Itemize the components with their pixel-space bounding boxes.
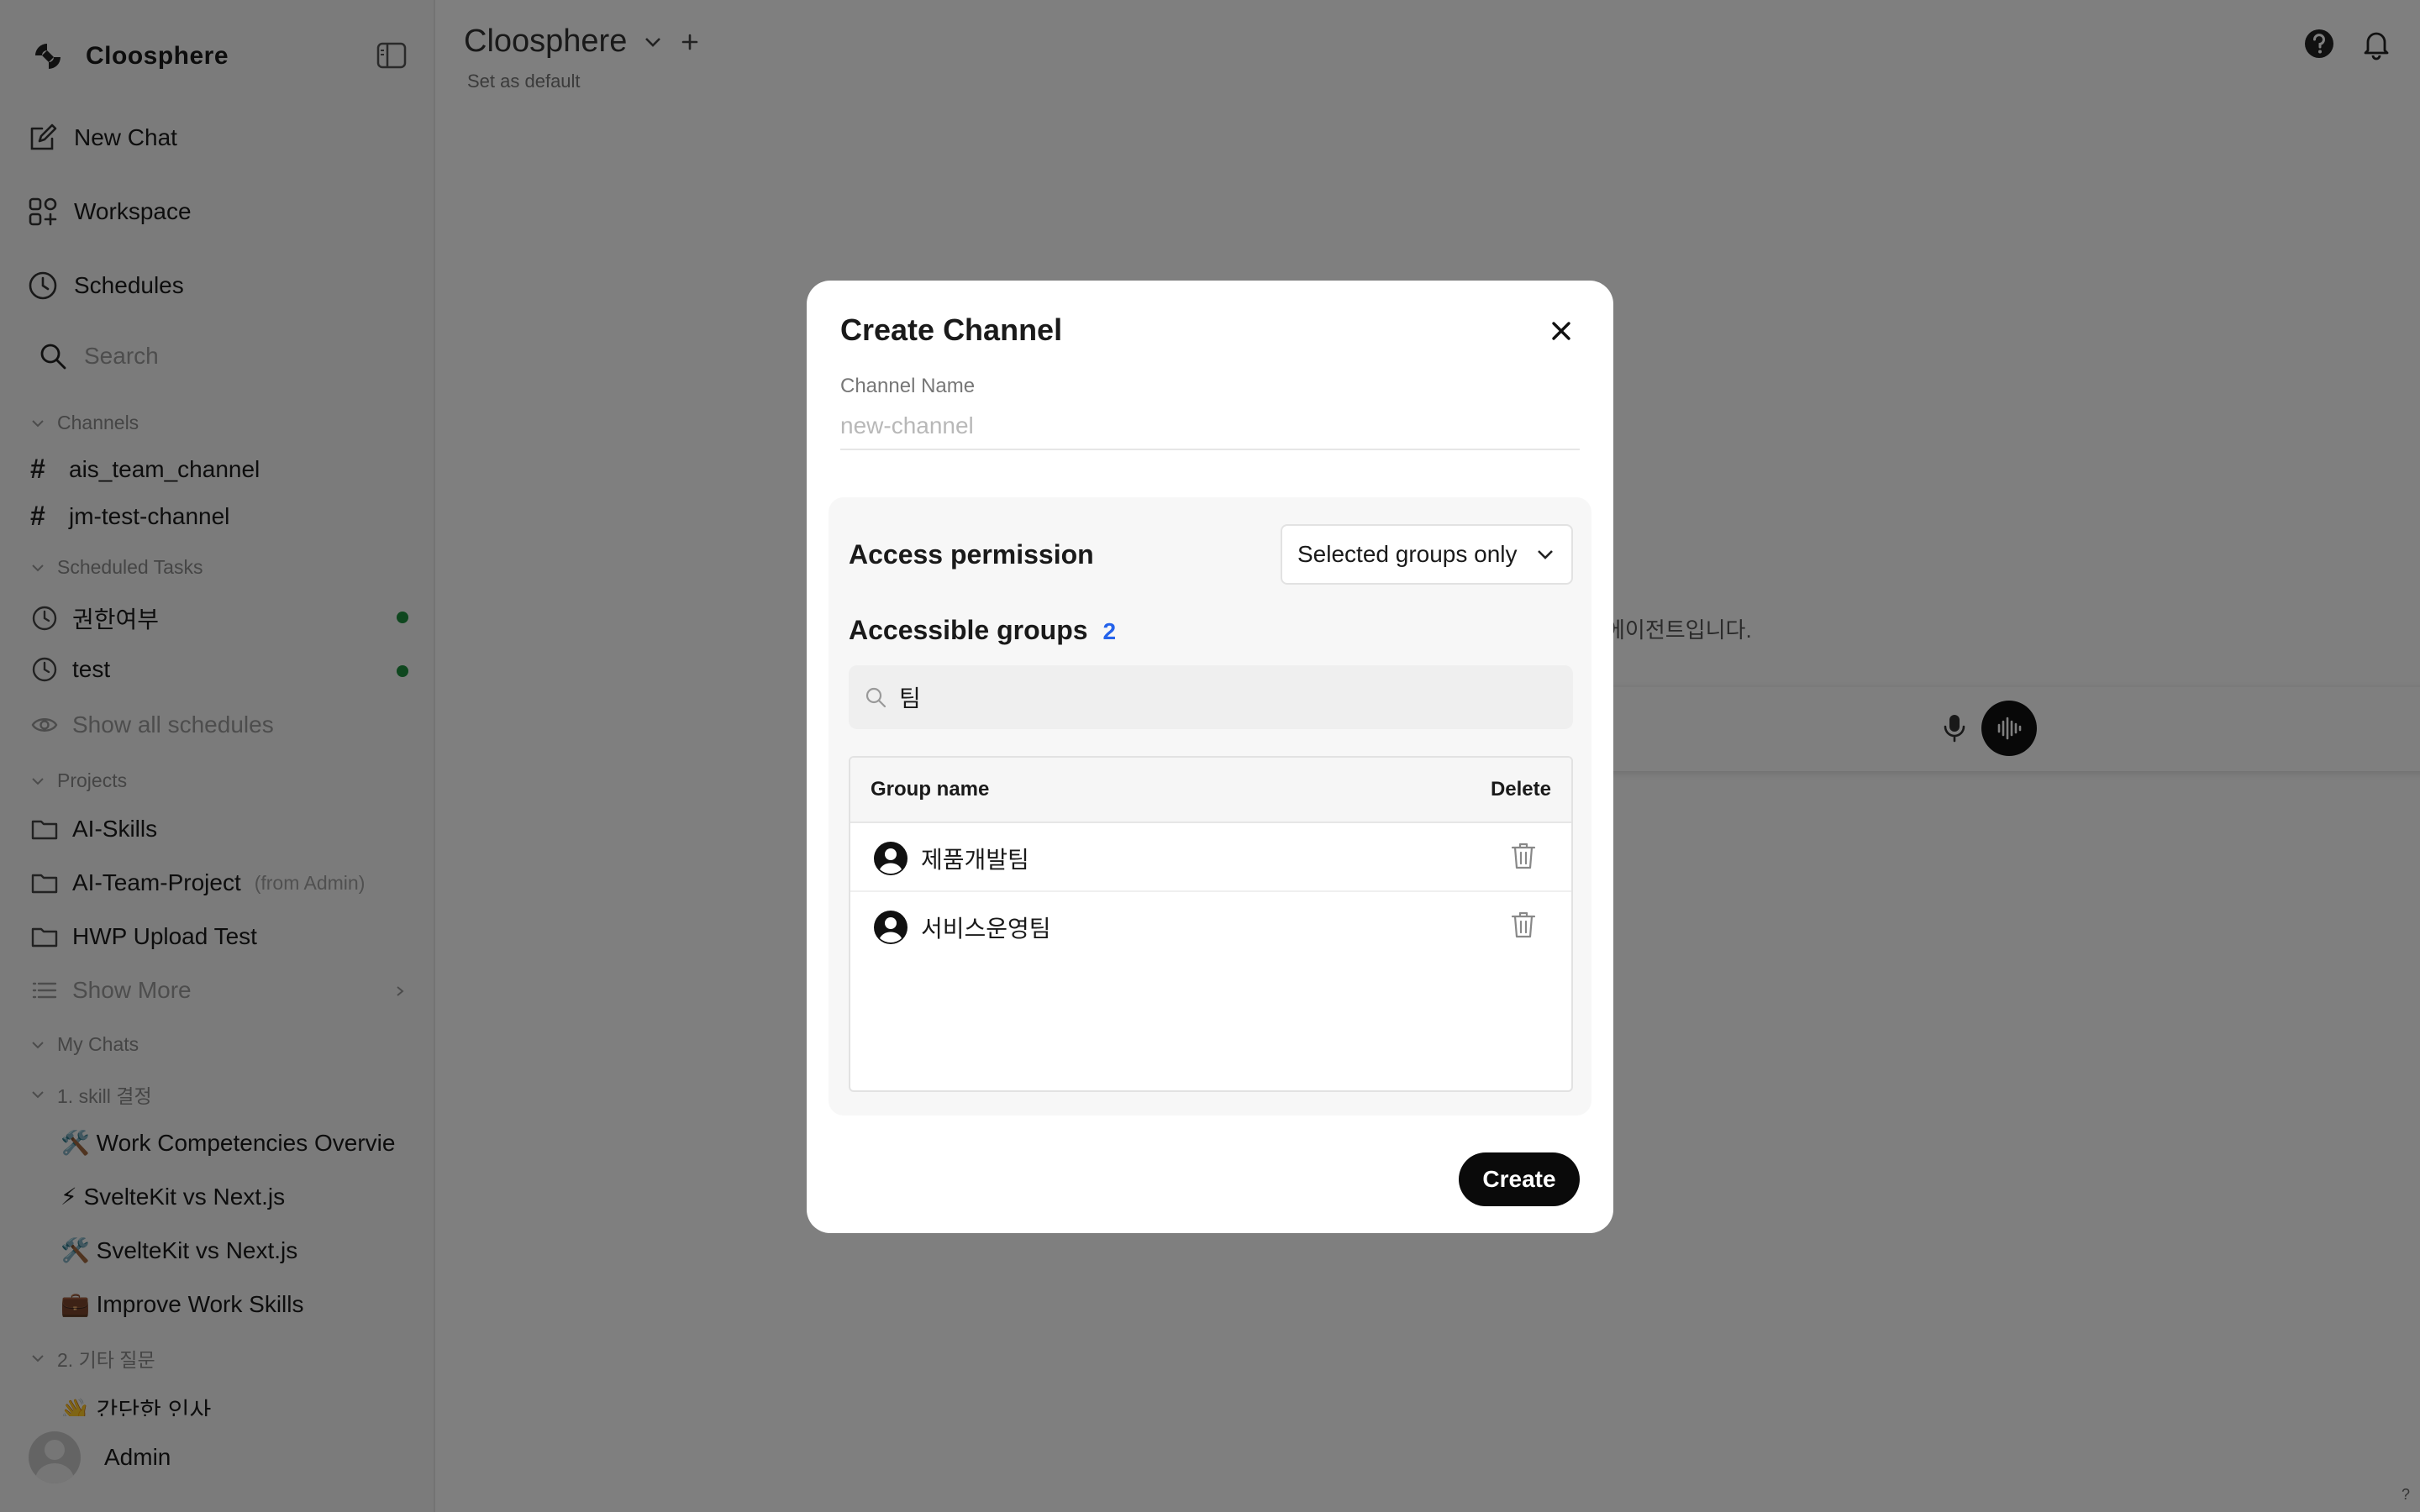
access-panel: Access permission Selected groups only A…: [829, 497, 1591, 1116]
accessible-groups-count: 2: [1102, 618, 1117, 644]
column-delete: Delete: [1490, 778, 1551, 801]
create-button[interactable]: Create: [1459, 1152, 1580, 1206]
group-search-input[interactable]: 팀: [849, 665, 1573, 729]
trash-icon[interactable]: [1507, 840, 1539, 872]
group-name: 서비스운영팀: [921, 916, 1051, 942]
create-channel-modal: Create Channel Channel Name Access permi…: [807, 281, 1613, 1233]
trash-icon[interactable]: [1507, 909, 1539, 941]
table-header: Group name Delete: [850, 758, 1571, 823]
channel-name-label: Channel Name: [840, 375, 976, 397]
close-icon[interactable]: [1544, 314, 1578, 348]
accessible-groups-heading: Accessible groups 2: [849, 615, 1117, 645]
search-icon: [865, 687, 886, 708]
table-row: 제품개발팀: [850, 823, 1571, 892]
access-permission-value: Selected groups only: [1297, 541, 1518, 567]
column-group-name: Group name: [871, 778, 990, 801]
group-name: 제품개발팀: [921, 847, 1029, 873]
group-search-value: 팀: [899, 685, 921, 711]
user-circle-icon: [874, 842, 908, 875]
access-permission-select[interactable]: Selected groups only: [1281, 524, 1573, 585]
chevron-down-icon: [1538, 550, 1553, 559]
table-row: 서비스운영팀: [850, 892, 1571, 961]
user-circle-icon: [874, 911, 908, 944]
groups-table: Group name Delete 제품개발팀 서비스운영팀: [849, 756, 1573, 1092]
modal-title: Create Channel: [840, 312, 1063, 347]
access-permission-label: Access permission: [849, 539, 1094, 570]
channel-name-input[interactable]: [840, 403, 1580, 450]
